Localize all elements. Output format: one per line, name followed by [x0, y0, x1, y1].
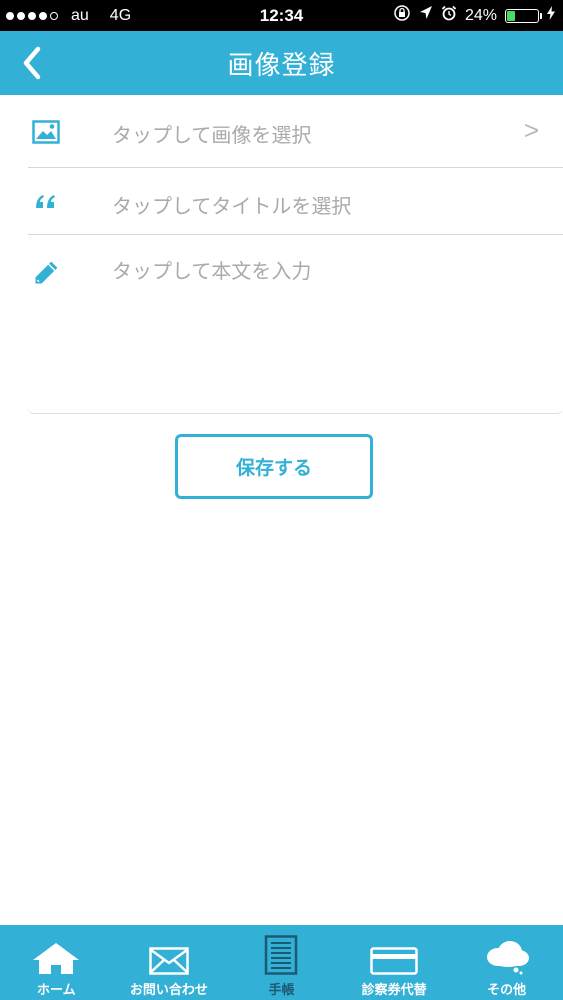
- pencil-icon: [32, 259, 60, 287]
- tab-label: その他: [487, 983, 527, 998]
- image-select-placeholder: タップして画像を選択: [112, 123, 312, 147]
- tab-label: 手帳: [268, 983, 295, 998]
- tab-other[interactable]: その他: [450, 925, 563, 1000]
- tab-card[interactable]: 診察券代替: [338, 925, 451, 1000]
- page-title: 画像登録: [227, 50, 336, 81]
- save-button[interactable]: 保存する: [175, 434, 373, 499]
- status-bar: au 4G 12:34 24%: [0, 0, 563, 31]
- tab-label: 診察券代替: [361, 983, 427, 998]
- quote-icon: [32, 188, 60, 216]
- charging-bolt-icon: [547, 6, 555, 25]
- cloud-icon: [484, 929, 530, 975]
- battery-percent: 24%: [464, 6, 497, 24]
- mail-icon: [149, 929, 189, 975]
- tab-home[interactable]: ホーム: [0, 925, 113, 1000]
- chevron-right-icon: >: [523, 115, 539, 145]
- battery-fill: [507, 10, 515, 21]
- tab-label: ホーム: [36, 983, 76, 998]
- card-icon: [370, 929, 418, 975]
- nav-bar: 画像登録: [0, 31, 563, 95]
- title-select-placeholder: タップしてタイトルを選択: [112, 194, 352, 218]
- alarm-icon: [441, 5, 457, 26]
- image-icon: [32, 118, 60, 146]
- home-icon: [31, 929, 81, 975]
- tab-notebook[interactable]: 手帳: [225, 925, 338, 1000]
- tab-bar: ホーム お問い合わせ 手帳 診察券代替 その他: [0, 925, 563, 1000]
- notebook-icon: [264, 929, 298, 975]
- body-input-field[interactable]: タップして本文を入力: [28, 235, 563, 414]
- battery-icon: [505, 8, 542, 23]
- body-input-placeholder: タップして本文を入力: [112, 259, 312, 283]
- tab-label: お問い合わせ: [129, 983, 208, 998]
- title-select-row[interactable]: タップしてタイトルを選択: [28, 168, 563, 235]
- orientation-lock-icon: [393, 4, 411, 27]
- location-arrow-icon: [419, 5, 433, 26]
- tab-contact[interactable]: お問い合わせ: [113, 925, 226, 1000]
- image-select-row[interactable]: タップして画像を選択 >: [28, 97, 563, 168]
- status-right: 24%: [393, 0, 555, 31]
